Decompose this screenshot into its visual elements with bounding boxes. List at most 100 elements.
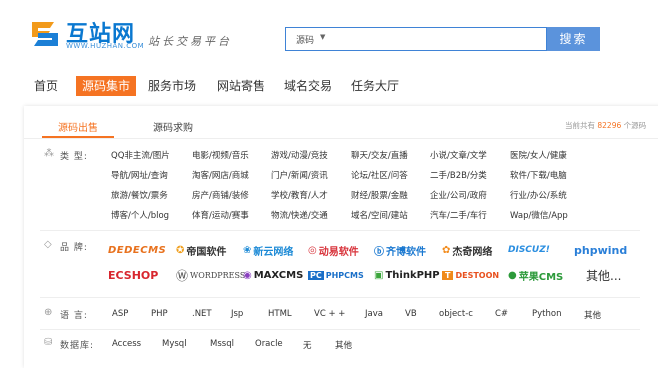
category-item[interactable]: 汽车/二手/车行: [430, 209, 487, 221]
category-item[interactable]: 房产/商铺/装修: [192, 189, 249, 201]
brand-maxcms[interactable]: ◉ MAXCMS: [243, 263, 303, 287]
brand-other[interactable]: 其他...: [586, 263, 621, 287]
jieqi-logo-icon: ✿: [442, 244, 451, 256]
language-item[interactable]: C#: [495, 309, 508, 319]
category-item[interactable]: 企业/公司/政府: [430, 189, 487, 201]
language-item[interactable]: Python: [532, 309, 561, 319]
brand-ecshop[interactable]: ECSHOP: [108, 263, 158, 287]
nav-task-hall[interactable]: 任务大厅: [351, 76, 399, 96]
category-item[interactable]: 游戏/动漫/竞技: [271, 149, 328, 161]
brand-phpcms[interactable]: PC PHPCMS: [308, 263, 364, 287]
nav-service-market[interactable]: 服务市场: [148, 76, 196, 96]
brand-thinkphp[interactable]: ▣ ThinkPHP: [374, 263, 440, 287]
language-item[interactable]: object-c: [439, 309, 473, 319]
database-icon: ⛁: [44, 337, 53, 348]
brand-dedecms[interactable]: DEDECMS: [108, 238, 166, 262]
brand-jieqi[interactable]: ✿ 杰奇网络: [442, 238, 492, 262]
language-item[interactable]: HTML: [268, 309, 292, 319]
destoon-logo-icon: T: [442, 270, 454, 280]
nav-site-consignment[interactable]: 网站寄售: [217, 76, 265, 96]
database-item[interactable]: Mssql: [210, 339, 234, 349]
brand-thinkphp-label: ThinkPHP: [385, 269, 440, 281]
category-item[interactable]: Wap/微信/App: [510, 209, 568, 221]
category-label: 类 型:: [60, 152, 88, 162]
category-item[interactable]: 门户/新闻/资讯: [271, 169, 328, 181]
brand-destoon[interactable]: T DESTOON: [442, 263, 499, 287]
brand-phpcms-label: PHPCMS: [325, 270, 364, 280]
section-divider: [40, 230, 640, 231]
total-prefix: 当前共有: [565, 121, 595, 130]
language-item[interactable]: PHP: [151, 309, 168, 319]
database-item[interactable]: 无: [303, 339, 312, 351]
database-item[interactable]: Access: [112, 339, 141, 349]
language-item[interactable]: VC + +: [314, 309, 345, 319]
search-button[interactable]: 搜索: [547, 27, 600, 51]
category-item[interactable]: 论坛/社区/问答: [351, 169, 408, 181]
language-item[interactable]: Java: [365, 309, 383, 319]
language-item[interactable]: Jsp: [231, 309, 243, 319]
maxcms-logo-icon: ◉: [243, 269, 252, 281]
database-item[interactable]: Oracle: [255, 339, 283, 349]
brand-discuz[interactable]: DISCUZ!: [508, 238, 550, 262]
category-item[interactable]: 二手/B2B/分类: [430, 169, 487, 181]
brand-label: 品 牌:: [60, 243, 88, 253]
nav-home[interactable]: 首页: [34, 76, 58, 96]
database-item[interactable]: 其他: [335, 339, 352, 351]
category-item[interactable]: QQ非主流/图片: [111, 149, 170, 161]
nav-source-market[interactable]: 源码集市: [76, 76, 137, 96]
language-item[interactable]: 其他: [584, 309, 601, 321]
apple-logo-icon: ●: [508, 269, 517, 281]
category-item[interactable]: 域名/空间/建站: [351, 209, 408, 221]
language-label: 语 言:: [60, 311, 88, 321]
category-item[interactable]: 旅游/餐饮/票务: [111, 189, 168, 201]
qibo-logo-icon: ⓑ: [374, 246, 384, 258]
database-item[interactable]: Mysql: [162, 339, 187, 349]
logo-url: WWW.HUZHAN.COM: [66, 42, 145, 50]
tab-source-sell[interactable]: 源码出售: [58, 119, 98, 134]
brand-xinyun[interactable]: ❀ 新云网络: [243, 238, 293, 262]
category-item[interactable]: 聊天/交友/直播: [351, 149, 408, 161]
brand-apple-cms[interactable]: ● 苹果CMS: [508, 263, 563, 287]
category-item[interactable]: 财经/股票/金融: [351, 189, 408, 201]
globe-icon: ⊕: [44, 307, 53, 318]
brand-phpwind[interactable]: phpwind: [574, 238, 627, 262]
brand-empire[interactable]: ✪ 帝国软件: [176, 238, 226, 262]
brand-qibo-label: 齐博软件: [386, 246, 426, 258]
search-type-select[interactable]: 源码: [296, 33, 314, 46]
phpcms-logo-icon: PC: [308, 270, 324, 280]
brand-xinyun-label: 新云网络: [253, 246, 294, 258]
total-count: 当前共有 82296 个源码: [565, 120, 646, 131]
database-label: 数据库:: [60, 341, 95, 351]
tab-source-buy[interactable]: 源码求购: [153, 119, 193, 134]
language-item[interactable]: ASP: [112, 309, 128, 319]
brand-wordpress-label: WORDPRESS: [190, 270, 246, 280]
category-icon: ⁂: [44, 148, 54, 159]
brand-wordpress[interactable]: Ⓦ WORDPRESS: [176, 263, 245, 287]
brand-jieqi-label: 杰奇网络: [452, 246, 493, 258]
category-item[interactable]: 医院/女人/健康: [510, 149, 567, 161]
nav-domain-trade[interactable]: 域名交易: [284, 76, 332, 96]
brand-maxcms-label: MAXCMS: [253, 269, 304, 281]
category-item[interactable]: 体育/运动/赛事: [192, 209, 249, 221]
brand-destoon-label: DESTOON: [455, 270, 500, 280]
brand-empire-label: 帝国软件: [186, 246, 227, 258]
category-item[interactable]: 淘客/网店/商城: [192, 169, 249, 181]
category-item[interactable]: 电影/视频/音乐: [192, 149, 249, 161]
logo-icon: [32, 22, 58, 46]
category-item[interactable]: 导航/网址/查询: [111, 169, 168, 181]
category-item[interactable]: 博客/个人/blog: [111, 209, 169, 221]
brand-apple-cms-label: 苹果CMS: [518, 271, 564, 283]
category-item[interactable]: 学校/教育/人才: [271, 189, 328, 201]
category-item[interactable]: 软件/下载/电脑: [510, 169, 567, 181]
empire-logo-icon: ✪: [176, 244, 185, 256]
chevron-down-icon[interactable]: ▼: [320, 33, 325, 41]
category-item[interactable]: 小说/文章/文学: [430, 149, 487, 161]
brand-qibo[interactable]: ⓑ 齐博软件: [374, 238, 426, 262]
total-suffix: 个源码: [623, 121, 647, 130]
language-item[interactable]: VB: [405, 309, 417, 319]
category-item[interactable]: 物流/快递/交通: [271, 209, 328, 221]
category-item[interactable]: 行业/办公/系统: [510, 189, 567, 201]
language-item[interactable]: .NET: [192, 309, 212, 319]
dongyi-logo-icon: ◎: [308, 244, 317, 256]
brand-dongyi[interactable]: ◎ 动易软件: [308, 238, 359, 262]
